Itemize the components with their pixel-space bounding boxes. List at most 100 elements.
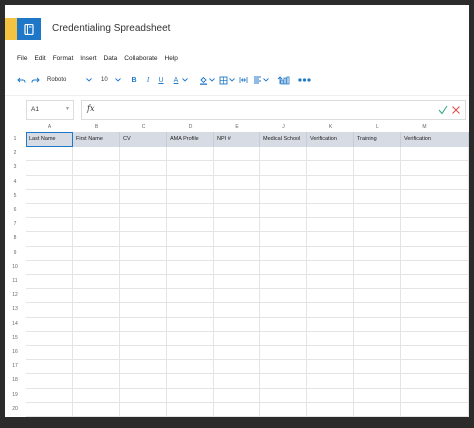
row-number[interactable]: 17 [5, 363, 25, 369]
grid-cell[interactable] [260, 346, 307, 361]
grid-cell[interactable] [120, 175, 167, 190]
grid-cell[interactable] [120, 189, 167, 204]
grid-cell[interactable] [167, 360, 214, 375]
grid-cell[interactable] [307, 161, 354, 176]
grid-cell[interactable] [307, 303, 354, 318]
grid-cell[interactable] [401, 175, 469, 190]
grid-cell[interactable] [260, 289, 307, 304]
grid-cell[interactable] [167, 189, 214, 204]
grid-cell[interactable] [307, 317, 354, 332]
row-number[interactable]: 13 [5, 306, 25, 312]
align-left-icon[interactable] [252, 73, 262, 87]
grid-cell[interactable] [120, 360, 167, 375]
borders-icon[interactable] [218, 73, 228, 87]
grid-cell[interactable] [167, 161, 214, 176]
grid-cell[interactable] [26, 402, 73, 417]
fill-color-icon[interactable] [198, 73, 208, 87]
row-number[interactable]: 7 [5, 221, 25, 227]
grid-cell[interactable] [26, 388, 73, 403]
menu-collaborate[interactable]: Collaborate [124, 52, 157, 66]
bold-button[interactable]: B [130, 73, 138, 87]
column-header-b[interactable]: B [73, 122, 120, 132]
grid-cell[interactable] [73, 175, 120, 190]
cell-reference-box[interactable]: A1 ▼ [26, 100, 74, 120]
grid-cell[interactable] [307, 147, 354, 162]
grid-cell[interactable] [73, 303, 120, 318]
grid-cell[interactable] [120, 346, 167, 361]
grid-cell[interactable] [260, 275, 307, 290]
row-number[interactable]: 9 [5, 250, 25, 256]
grid-cell[interactable] [120, 388, 167, 403]
row-number[interactable]: 5 [5, 193, 25, 199]
chevron-down-icon[interactable] [85, 73, 93, 87]
column-header-m[interactable]: M [401, 122, 448, 132]
grid-cell[interactable] [307, 260, 354, 275]
grid-cell[interactable] [401, 204, 469, 219]
grid-cell[interactable] [120, 218, 167, 233]
grid-cell[interactable] [401, 147, 469, 162]
grid-cell[interactable] [260, 189, 307, 204]
grid-cell[interactable] [214, 218, 260, 233]
grid-cell[interactable] [214, 147, 260, 162]
menu-data[interactable]: Data [104, 52, 118, 66]
grid-cell[interactable] [354, 246, 401, 261]
grid-cell[interactable] [307, 189, 354, 204]
menu-insert[interactable]: Insert [80, 52, 96, 66]
grid-cell[interactable] [26, 260, 73, 275]
header-cell-verification-2[interactable]: Verification [401, 132, 469, 147]
grid-cell[interactable] [120, 402, 167, 417]
grid-cell[interactable] [260, 204, 307, 219]
grid-cell[interactable] [26, 204, 73, 219]
grid-cell[interactable] [167, 317, 214, 332]
grid-cell[interactable] [73, 246, 120, 261]
grid-cell[interactable] [73, 360, 120, 375]
grid-cell[interactable] [354, 275, 401, 290]
row-number[interactable]: 4 [5, 179, 25, 185]
grid-cell[interactable] [120, 147, 167, 162]
italic-button[interactable]: I [144, 73, 152, 87]
grid-cell[interactable] [354, 189, 401, 204]
grid-cell[interactable] [401, 374, 469, 389]
menu-help[interactable]: Help [165, 52, 178, 66]
grid-cell[interactable] [307, 275, 354, 290]
grid-cell[interactable] [26, 374, 73, 389]
grid-cell[interactable] [354, 260, 401, 275]
grid-cell[interactable] [167, 388, 214, 403]
grid-cell[interactable] [354, 360, 401, 375]
grid-cell[interactable] [401, 275, 469, 290]
grid-cell[interactable] [26, 147, 73, 162]
column-header-e[interactable]: E [214, 122, 260, 132]
grid-cell[interactable] [260, 246, 307, 261]
grid-cell[interactable] [167, 260, 214, 275]
menu-file[interactable]: File [17, 52, 27, 66]
row-number[interactable]: 8 [5, 235, 25, 241]
redo-icon[interactable] [30, 73, 40, 87]
grid-cell[interactable] [73, 388, 120, 403]
grid-cell[interactable] [354, 388, 401, 403]
grid-cell[interactable] [73, 346, 120, 361]
grid-cell[interactable] [401, 189, 469, 204]
header-cell-medical-school[interactable]: Medical School [260, 132, 307, 147]
grid-cell[interactable] [214, 374, 260, 389]
grid-cell[interactable] [307, 218, 354, 233]
column-header-d[interactable]: D [167, 122, 214, 132]
grid-cell[interactable] [167, 275, 214, 290]
grid-cell[interactable] [307, 289, 354, 304]
grid-cell[interactable] [26, 275, 73, 290]
grid-cell[interactable] [307, 175, 354, 190]
grid-cell[interactable] [260, 360, 307, 375]
row-number[interactable]: 14 [5, 321, 25, 327]
grid-cell[interactable] [260, 303, 307, 318]
grid-cell[interactable] [401, 317, 469, 332]
grid-cell[interactable] [120, 204, 167, 219]
grid-cell[interactable] [307, 204, 354, 219]
grid-cell[interactable] [260, 147, 307, 162]
grid-cell[interactable] [73, 147, 120, 162]
grid-cell[interactable] [354, 346, 401, 361]
header-cell-training[interactable]: Training [354, 132, 401, 147]
header-cell-ama-profile[interactable]: AMA Profile [167, 132, 214, 147]
grid-cell[interactable] [260, 218, 307, 233]
grid-cell[interactable] [307, 402, 354, 417]
grid-cell[interactable] [26, 161, 73, 176]
row-number[interactable]: 16 [5, 349, 25, 355]
